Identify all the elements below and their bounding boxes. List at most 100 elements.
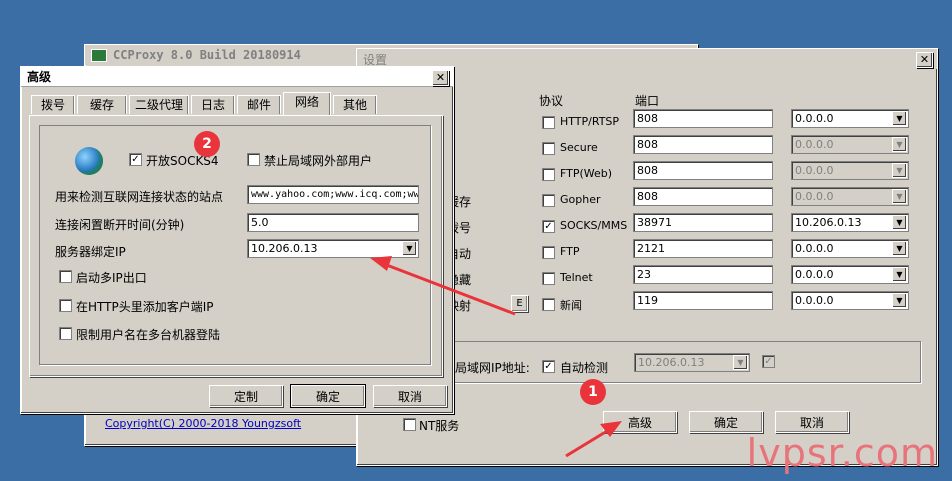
protocol-secure-ip-value: 0.0.0.0: [795, 138, 834, 151]
tab-proxy[interactable]: 二级代理: [129, 95, 189, 114]
block-lan-checkbox[interactable]: [247, 153, 260, 166]
watermark: lvpsr.com: [746, 431, 938, 475]
tab-network[interactable]: 网络: [283, 92, 331, 115]
tab-log[interactable]: 日志: [191, 95, 235, 114]
protocol-news-port[interactable]: 119: [633, 291, 773, 310]
auto-detect-label: 自动检测: [560, 361, 609, 375]
protocol-ftpweb-label: FTP(Web): [560, 167, 613, 180]
nt-service-checkbox[interactable]: [403, 418, 416, 431]
protocol-gopher-port[interactable]: 808: [633, 187, 773, 206]
bind-ip-select[interactable]: 10.206.0.13 ▼: [247, 239, 419, 258]
settings-cancel-button[interactable]: 取消: [775, 411, 849, 433]
protocol-gopher-label: Gopher: [560, 193, 601, 206]
multi-ip-checkbox[interactable]: [59, 270, 72, 283]
tab-other[interactable]: 其他: [333, 95, 377, 114]
protocol-socks-checkbox[interactable]: ✓: [542, 220, 555, 233]
protocol-telnet-ip-value: 0.0.0.0: [795, 268, 834, 281]
bind-ip-label: 服务器绑定IP: [55, 245, 126, 259]
advanced-window: 高级 ✕ 拨号 缓存 二级代理 日志 邮件 网络 其他 ✓ 开放SOCKS4 禁…: [20, 66, 454, 414]
protocol-socks-label: SOCKS/MMS: [560, 219, 628, 232]
http-header-label: 在HTTP头里添加客户端IP: [76, 300, 214, 314]
chevron-down-icon: ▼: [892, 189, 907, 204]
lan-ip-label: 局域网IP地址:: [455, 361, 530, 375]
settings-ok-button[interactable]: 确定: [689, 411, 763, 433]
check-site-label: 用来检测互联网连接状态的站点: [55, 190, 224, 204]
multi-ip-label: 启动多IP出口: [76, 271, 147, 285]
nt-service-label: NT服务: [419, 419, 460, 433]
protocol-secure-ip: 0.0.0.0 ▼: [791, 135, 909, 154]
protocol-gopher-ip-value: 0.0.0.0: [795, 190, 834, 203]
protocol-telnet-label: Telnet: [560, 271, 593, 284]
idle-input[interactable]: 5.0: [247, 213, 419, 232]
annotation-badge-2: 2: [194, 131, 220, 157]
settings-close-button[interactable]: ✕: [916, 52, 933, 68]
chevron-down-icon[interactable]: ▼: [402, 241, 417, 256]
copyright-link[interactable]: Copyright(C) 2000-2018 Youngzsoft: [105, 417, 301, 430]
lan-ip-select: 10.206.0.13 ▼: [634, 353, 750, 372]
idle-label: 连接闲置断开时间(分钟): [55, 218, 185, 232]
protocol-telnet-checkbox[interactable]: [542, 272, 555, 285]
protocol-gopher-checkbox[interactable]: [542, 194, 555, 207]
advanced-title: 高级: [27, 70, 52, 84]
protocol-secure-label: Secure: [560, 141, 598, 154]
chevron-down-icon[interactable]: ▼: [892, 241, 907, 256]
tab-cache[interactable]: 缓存: [77, 95, 127, 114]
advanced-button[interactable]: 高级: [603, 411, 677, 433]
settings-title: 设置: [363, 52, 388, 67]
protocol-news-ip-value: 0.0.0.0: [795, 294, 834, 307]
protocol-ftp-ip-value: 0.0.0.0: [795, 242, 834, 255]
protocol-header: 协议: [539, 94, 564, 108]
advanced-close-button[interactable]: ✕: [432, 70, 449, 86]
protocol-ftpweb-checkbox[interactable]: [542, 168, 555, 181]
chevron-down-icon: ▼: [733, 355, 748, 370]
protocol-telnet-ip[interactable]: 0.0.0.0 ▼: [791, 265, 909, 284]
advanced-cancel-button[interactable]: 取消: [373, 385, 447, 407]
ccproxy-app-icon: [91, 48, 107, 62]
lan-ip-value: 10.206.0.13: [638, 356, 705, 369]
protocol-gopher-ip: 0.0.0.0 ▼: [791, 187, 909, 206]
protocol-http-ip[interactable]: 0.0.0.0 ▼: [791, 109, 909, 128]
advanced-ok-button[interactable]: 确定: [290, 384, 366, 408]
protocol-socks-ip-value: 10.206.0.13: [795, 216, 862, 229]
protocol-ftp-label: FTP: [560, 245, 580, 258]
auto-detect-checkbox[interactable]: ✓: [542, 360, 555, 373]
protocol-secure-port[interactable]: 808: [633, 135, 773, 154]
protocol-socks-port[interactable]: 38971: [633, 213, 773, 232]
port-map-button[interactable]: E: [511, 295, 528, 312]
chevron-down-icon[interactable]: ▼: [892, 293, 907, 308]
protocol-ftp-ip[interactable]: 0.0.0.0 ▼: [791, 239, 909, 258]
protocol-socks-ip[interactable]: 10.206.0.13 ▼: [791, 213, 909, 232]
protocol-http-checkbox[interactable]: [542, 116, 555, 129]
protocol-news-label: 新闻: [560, 299, 582, 312]
globe-icon: [75, 147, 103, 175]
tab-mail[interactable]: 邮件: [237, 95, 281, 114]
tab-dial[interactable]: 拨号: [31, 95, 75, 114]
bind-ip-value: 10.206.0.13: [251, 242, 318, 255]
annotation-badge-1: 1: [580, 379, 606, 405]
chevron-down-icon: ▼: [892, 163, 907, 178]
enable-socks-checkbox[interactable]: ✓: [129, 153, 142, 166]
chevron-down-icon[interactable]: ▼: [892, 267, 907, 282]
protocol-http-ip-value: 0.0.0.0: [795, 112, 834, 125]
protocol-ftp-port[interactable]: 2121: [633, 239, 773, 258]
protocol-telnet-port[interactable]: 23: [633, 265, 773, 284]
custom-button[interactable]: 定制: [209, 385, 283, 407]
protocol-ftpweb-port[interactable]: 808: [633, 161, 773, 180]
chevron-down-icon[interactable]: ▼: [892, 215, 907, 230]
port-header: 端口: [635, 94, 660, 108]
advanced-title-bar: 高级: [21, 67, 453, 87]
chevron-down-icon[interactable]: ▼: [892, 111, 907, 126]
protocol-news-checkbox[interactable]: [542, 298, 555, 311]
protocol-http-label: HTTP/RTSP: [560, 115, 620, 128]
http-header-checkbox[interactable]: [59, 299, 72, 312]
check-site-input[interactable]: www.yahoo.com;www.icq.com;ww: [247, 185, 419, 204]
protocol-news-ip[interactable]: 0.0.0.0 ▼: [791, 291, 909, 310]
restrict-user-checkbox[interactable]: [59, 327, 72, 340]
protocol-ftpweb-ip: 0.0.0.0 ▼: [791, 161, 909, 180]
protocol-http-port[interactable]: 808: [633, 109, 773, 128]
protocol-secure-checkbox[interactable]: [542, 142, 555, 155]
block-lan-label: 禁止局域网外部用户: [264, 154, 373, 168]
ccproxy-title: CCProxy 8.0 Build 20180914: [113, 48, 301, 62]
restrict-user-label: 限制用户名在多台机器登陆: [76, 328, 221, 342]
protocol-ftp-checkbox[interactable]: [542, 246, 555, 259]
